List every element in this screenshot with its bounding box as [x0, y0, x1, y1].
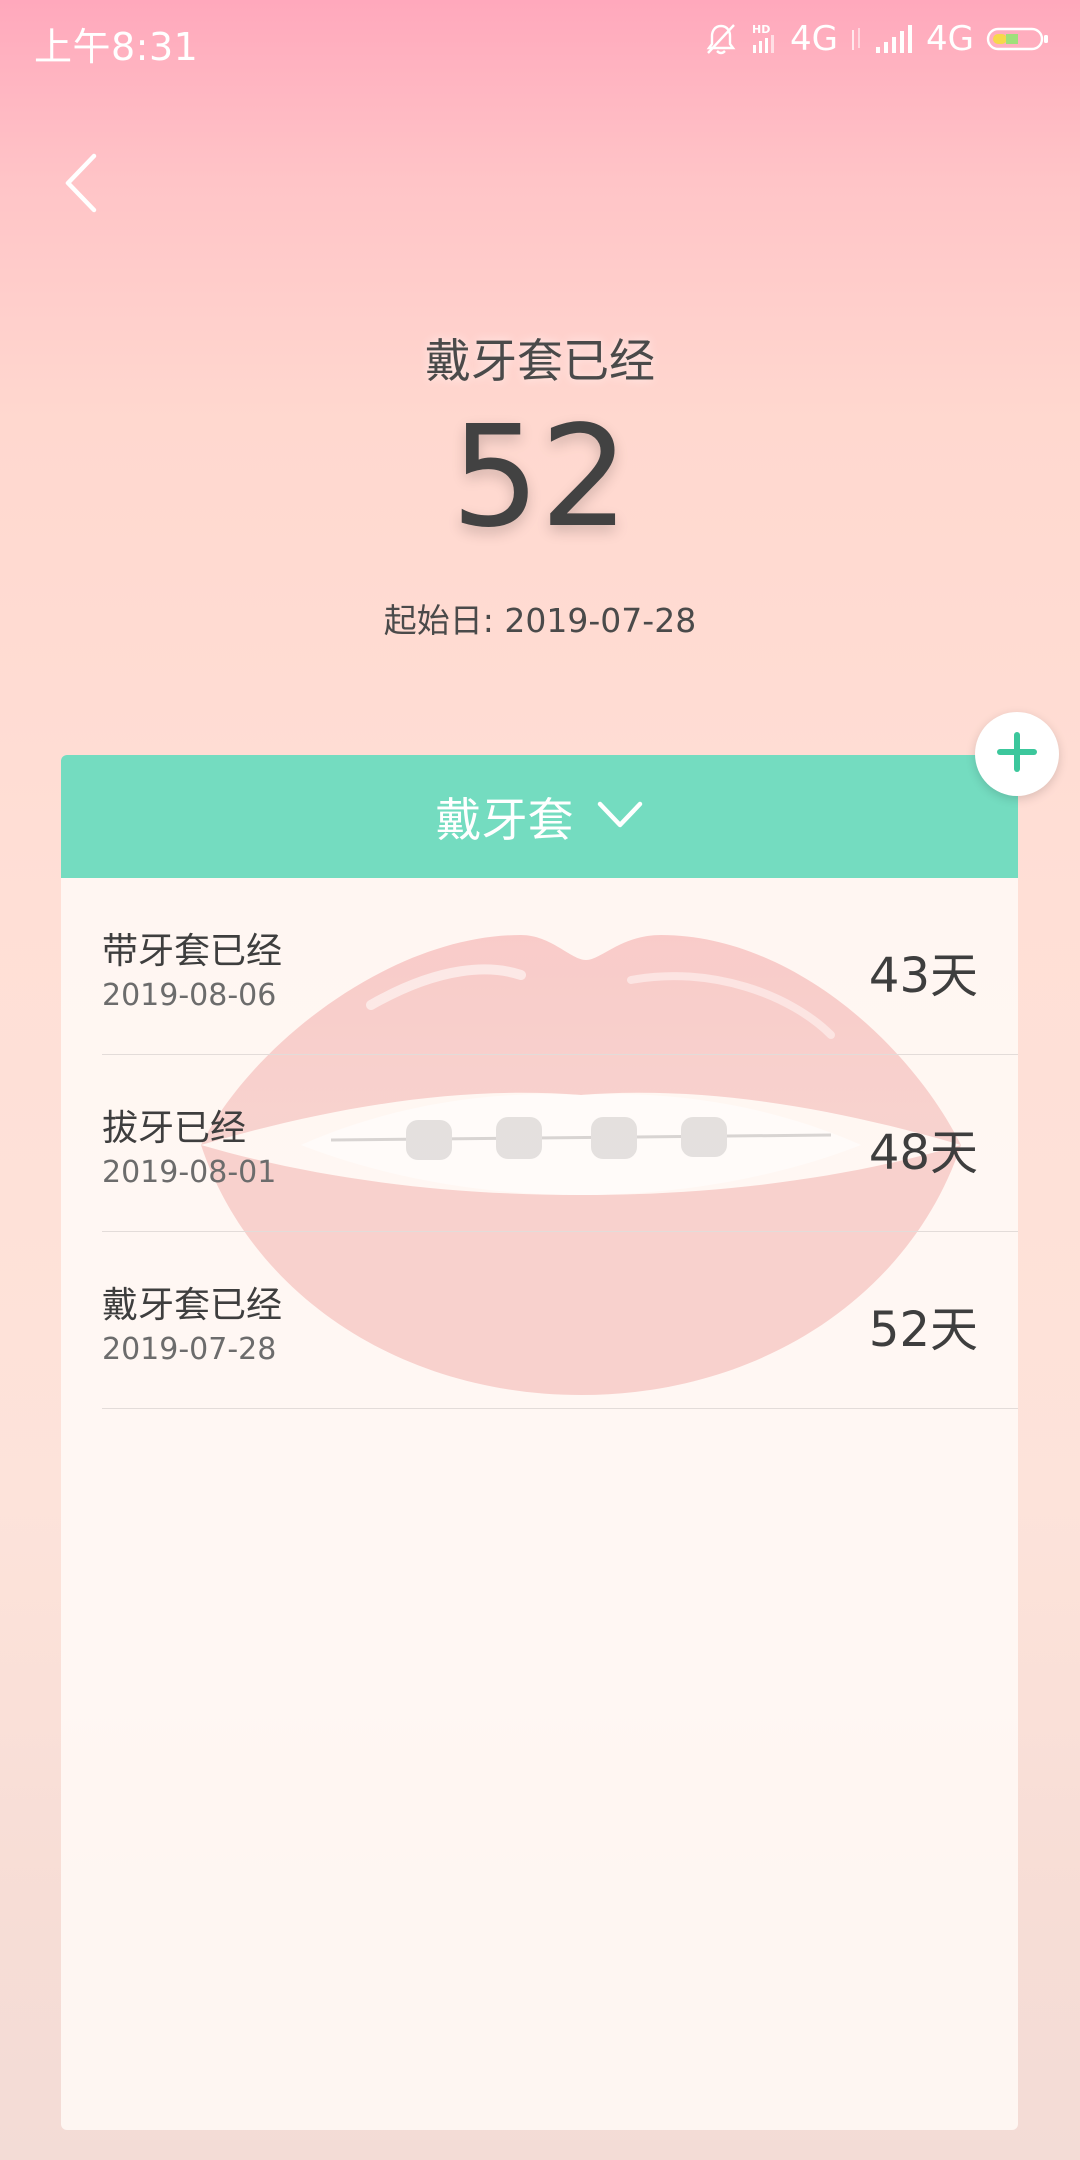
status-icons: HD 4G 4G — [704, 14, 1050, 64]
item-title: 拔牙已经 — [102, 1108, 247, 1149]
item-date: 2019-07-28 — [102, 1332, 277, 1367]
item-days: 52天 — [868, 1302, 978, 1358]
status-time: 上午8:31 — [34, 25, 199, 69]
start-date-text: 起始日: 2019-07-28 — [383, 601, 697, 640]
plus-icon — [995, 730, 1039, 778]
network-type-2: 4G — [926, 19, 974, 59]
events-card: 戴牙套 带牙套已经 2019-08-06 43天 拔牙已经 2019-08-01… — [61, 755, 1018, 2130]
item-title: 戴牙套已经 — [102, 1285, 283, 1326]
elapsed-days-count: 52 — [450, 396, 630, 559]
status-bar: 上午8:31 HD 4G 4G — [0, 0, 1080, 80]
list-item[interactable]: 拔牙已经 2019-08-01 48天 — [102, 1055, 1018, 1232]
battery-icon — [986, 24, 1050, 54]
category-title: 戴牙套 — [435, 792, 574, 847]
svg-text:HD: HD — [752, 23, 770, 36]
signal-icon — [874, 23, 914, 55]
event-list: 带牙套已经 2019-08-06 43天 拔牙已经 2019-08-01 48天… — [61, 878, 1018, 1409]
list-item[interactable]: 戴牙套已经 2019-07-28 52天 — [102, 1232, 1018, 1409]
item-date: 2019-08-01 — [102, 1155, 277, 1190]
item-days: 48天 — [868, 1125, 978, 1181]
item-date: 2019-08-06 — [102, 978, 277, 1013]
elapsed-label: 戴牙套已经 — [425, 334, 655, 388]
category-dropdown[interactable]: 戴牙套 — [61, 755, 1018, 878]
item-title: 带牙套已经 — [102, 931, 283, 972]
data-arrows-icon — [850, 24, 862, 54]
bell-off-icon — [704, 21, 738, 57]
chevron-down-icon — [596, 800, 644, 834]
network-type-1: 4G — [790, 19, 839, 59]
list-item[interactable]: 带牙套已经 2019-08-06 43天 — [102, 878, 1018, 1055]
hd-signal-icon: HD — [750, 21, 778, 57]
chevron-left-icon — [52, 153, 112, 222]
add-event-button[interactable] — [975, 712, 1059, 796]
back-button[interactable] — [52, 148, 112, 218]
item-days: 43天 — [868, 948, 978, 1004]
